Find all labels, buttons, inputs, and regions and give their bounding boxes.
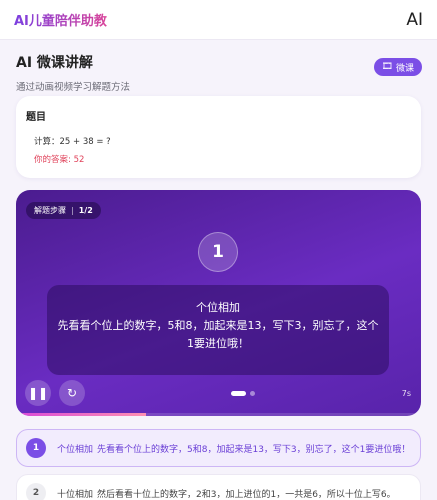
caption-box: 个位相加 先看看个位上的数字，5和8，加起来是13，写下3，别忘了，这个1要进位… [47, 285, 389, 375]
microclass-button[interactable]: 🎞 微课 [373, 58, 422, 76]
slide-dot-1[interactable] [231, 391, 246, 396]
step-indicator: 解题步骤 | 1/2 [26, 202, 101, 219]
step-separator: | [71, 206, 74, 215]
duration-label: 7s [401, 389, 411, 398]
question-card: 题目 计算：25 + 38 = ? 你的答案: 52 [16, 96, 421, 178]
step-text: 个位相加 先看看个位上的数字，5和8，加起来是13，写下3，别忘了，这个1要进位哦… [57, 442, 410, 455]
page-subtitle: 通过动画视频学习解题方法 [16, 82, 131, 93]
step-title: 十位相加 [57, 489, 94, 500]
video-player[interactable]: 解题步骤 | 1/2 1 个位相加 先看看个位上的数字，5和8，加起来是13，写… [16, 190, 421, 416]
replay-icon: ↻ [66, 386, 78, 400]
microclass-button-label: 微课 [395, 63, 414, 74]
question-title: 题目 [26, 112, 46, 123]
app-brand: AI儿童陪伴助教 [14, 10, 107, 29]
step-description: 然后看看十位上的数字，2和3，加上进位的1，一共是6，所以十位上写6。 [97, 489, 396, 500]
step-description: 先看看个位上的数字，5和8，加起来是13，写下3，别忘了，这个1要进位哦！ [97, 444, 411, 455]
page-header: AI 微课讲解 通过动画视频学习解题方法 🎞 微课 [16, 52, 422, 93]
slide-dots [231, 391, 255, 396]
progress-fill [16, 413, 146, 416]
current-step-number: 1 [198, 232, 238, 272]
top-bar: AI儿童陪伴助教 AI [0, 0, 437, 40]
step-list-item-2[interactable]: 2 十位相加 然后看看十位上的数字，2和3，加上进位的1，一共是6，所以十位上写6… [16, 474, 421, 500]
step-counter: 1/2 [78, 206, 93, 215]
question-calc: 计算：25 + 38 = ? [34, 137, 111, 147]
your-answer: 你的答案: 52 [34, 155, 85, 165]
page-title: AI 微课讲解 [16, 55, 93, 71]
pause-button[interactable]: ❚❚ [25, 380, 51, 406]
step-number: 2 [26, 483, 46, 500]
step-text: 十位相加 然后看看十位上的数字，2和3，加上进位的1，一共是6，所以十位上写6。 [57, 487, 396, 500]
film-icon: 🎞 [381, 62, 393, 72]
ai-icon[interactable]: AI [406, 10, 423, 30]
replay-button[interactable]: ↻ [59, 380, 85, 406]
caption-title: 个位相加 [196, 301, 240, 314]
slide-dot-2[interactable] [250, 391, 255, 396]
step-label: 解题步骤 [34, 206, 66, 215]
progress-bar[interactable] [16, 413, 421, 416]
pause-icon: ❚❚ [27, 386, 49, 400]
step-number: 1 [26, 438, 46, 458]
caption-text: 先看看个位上的数字，5和8，加起来是13，写下3，别忘了，这个1要进位哦！ [57, 319, 379, 350]
step-title: 个位相加 [57, 444, 94, 455]
step-list-item-1[interactable]: 1 个位相加 先看看个位上的数字，5和8，加起来是13，写下3，别忘了，这个1要进… [16, 429, 421, 467]
